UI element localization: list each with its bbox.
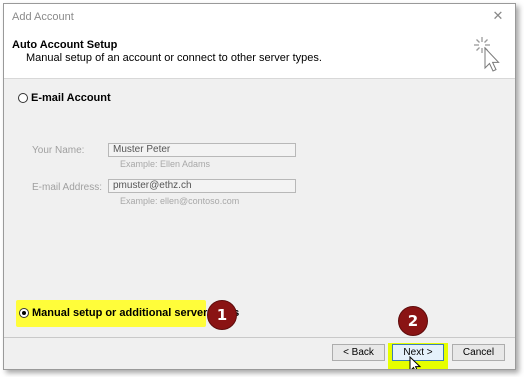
header-panel: Auto Account Setup Manual setup of an ac… <box>4 30 515 79</box>
add-account-dialog: Add Account ✕ Auto Account Setup Manual … <box>3 3 516 370</box>
window-title: Add Account <box>12 11 74 23</box>
step-badge-2: 2 <box>398 306 428 336</box>
your-name-input[interactable]: Muster Peter <box>108 143 296 157</box>
step-badge-1: 1 <box>207 300 237 330</box>
email-address-example: Example: ellen@contoso.com <box>120 196 240 206</box>
email-account-radio[interactable] <box>18 93 28 103</box>
magic-wand-cursor-icon <box>474 37 500 72</box>
email-account-option[interactable]: E-mail Account <box>18 92 111 104</box>
cancel-button[interactable]: Cancel <box>452 344 505 361</box>
manual-setup-radio[interactable] <box>19 308 29 318</box>
email-address-input[interactable]: pmuster@ethz.ch <box>108 179 296 193</box>
back-button[interactable]: < Back <box>332 344 385 361</box>
header-title: Auto Account Setup <box>12 39 118 51</box>
title-bar: Add Account ✕ <box>4 4 515 30</box>
email-account-label: E-mail Account <box>31 92 111 104</box>
mouse-pointer-icon <box>409 356 421 369</box>
email-address-label: E-mail Address: <box>32 182 103 193</box>
your-name-label: Your Name: <box>32 145 85 156</box>
your-name-example: Example: Ellen Adams <box>120 159 211 169</box>
footer-divider <box>4 337 515 338</box>
close-icon[interactable]: ✕ <box>489 7 507 25</box>
header-subtitle: Manual setup of an account or connect to… <box>26 52 322 64</box>
